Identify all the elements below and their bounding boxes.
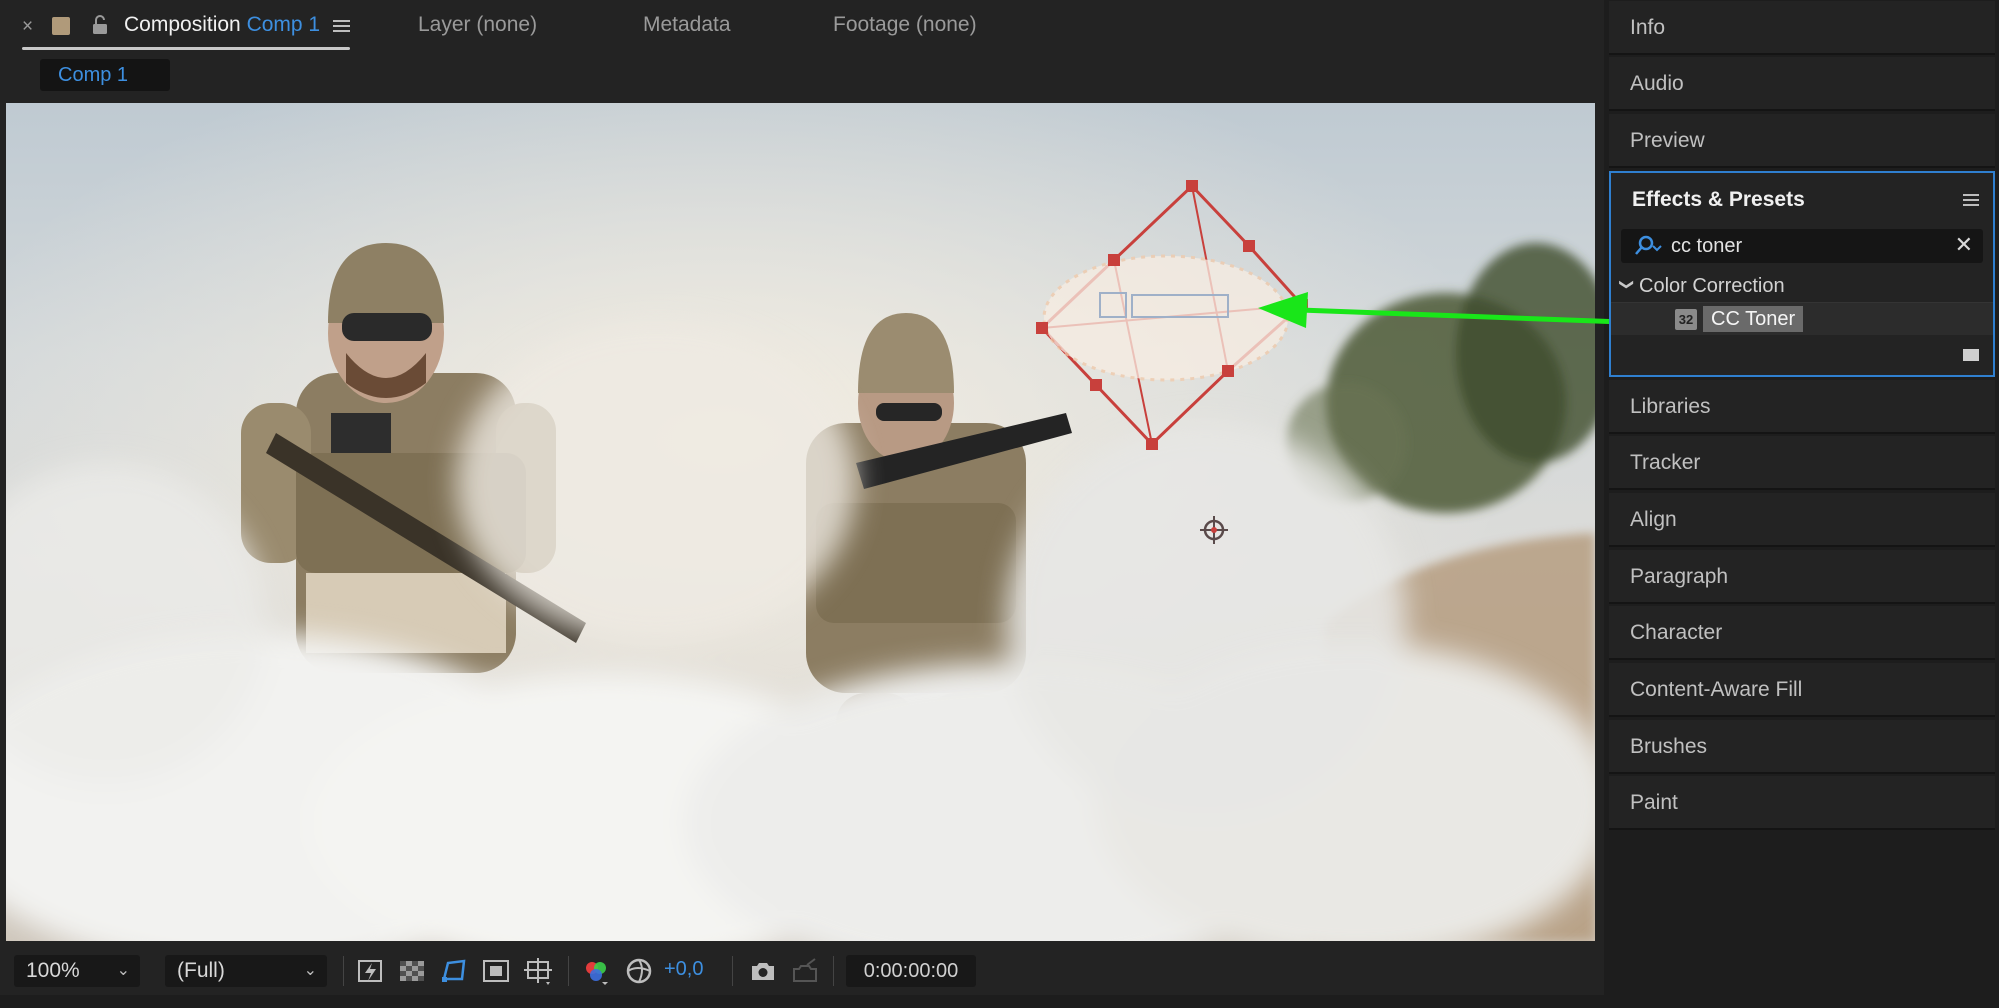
transparency-grid-icon[interactable] [396,955,428,987]
close-tab-icon[interactable]: × [22,16,33,38]
tab-composition-name: Comp 1 [246,13,321,36]
comp-navigator-row [0,56,1604,100]
color-channels-icon[interactable] [580,955,612,987]
resolution-value: (Full) [177,959,225,982]
panel-paragraph[interactable]: Paragraph [1609,550,1995,604]
tab-composition-label: Composition [124,13,241,36]
snapshot-icon[interactable] [747,955,779,987]
zoom-value: 100% [26,959,80,982]
panel-libraries-label: Libraries [1630,395,1711,418]
mask-visibility-icon[interactable] [438,955,470,987]
effects-search-box[interactable]: ✕ [1621,229,1983,263]
effect-item-cc-toner[interactable]: 32 CC Toner [1611,303,1993,335]
lock-icon[interactable] [90,14,110,36]
panel-menu-icon[interactable] [333,18,350,34]
new-bin-icon[interactable] [1961,343,1981,363]
current-time-display[interactable]: 0:00:00:00 [846,955,976,987]
panel-paragraph-label: Paragraph [1630,565,1729,588]
zoom-dropdown[interactable]: 100% ⌄ [14,955,140,987]
comp-navigator-tab[interactable]: Comp 1 [40,59,170,91]
toolbar-divider [732,956,733,986]
chevron-down-icon[interactable]: ❯ [1618,279,1635,291]
tab-metadata[interactable]: Metadata [643,13,731,37]
reset-exposure-icon[interactable] [623,955,655,987]
panel-character[interactable]: Character [1609,606,1995,660]
panel-menu-icon[interactable] [1963,193,1979,207]
effects-search-input[interactable] [1671,229,1931,263]
effects-category-row[interactable]: ❯ Color Correction [1611,272,1993,303]
clear-search-icon[interactable]: ✕ [1955,232,1973,258]
fast-preview-icon[interactable] [355,955,387,987]
panel-audio-label: Audio [1630,72,1684,95]
panel-tracker-label: Tracker [1630,451,1701,474]
panel-audio[interactable]: Audio [1609,57,1995,111]
tab-layer[interactable]: Layer (none) [418,13,537,37]
panel-brushes-label: Brushes [1630,735,1708,758]
exposure-value[interactable]: +0,0 [664,958,703,981]
footage-frame [6,103,1595,941]
chevron-down-icon: ⌄ [116,962,130,979]
effects-presets-panel: Effects & Presets ✕ ❯ Color Correction 3… [1609,171,1995,377]
effect-item-label: CC Toner [1703,306,1804,332]
panel-libraries[interactable]: Libraries [1609,380,1995,434]
panel-content-aware-fill-label: Content-Aware Fill [1630,678,1803,701]
region-of-interest-icon[interactable] [480,955,512,987]
panel-align-label: Align [1630,508,1677,531]
panel-paint[interactable]: Paint [1609,776,1995,830]
toolbar-divider [343,956,344,986]
panel-character-label: Character [1630,621,1723,644]
panel-align[interactable]: Align [1609,493,1995,547]
search-icon[interactable] [1633,235,1663,257]
panel-tracker[interactable]: Tracker [1609,436,1995,490]
active-tab-indicator [22,47,350,50]
panel-tab-bar: × Composition Comp 1 Layer (none) Metada… [0,0,1604,56]
tab-footage[interactable]: Footage (none) [833,13,977,37]
comp-color-swatch-icon [52,17,70,35]
panel-paint-label: Paint [1630,791,1678,814]
panel-brushes[interactable]: Brushes [1609,720,1995,774]
toolbar-divider [833,956,834,986]
panel-content-aware-fill[interactable]: Content-Aware Fill [1609,663,1995,717]
tab-composition[interactable]: Composition Comp 1 [124,13,320,37]
toolbar-divider [568,956,569,986]
panel-preview-label: Preview [1630,129,1705,152]
bit-depth-32-icon: 32 [1675,309,1697,330]
grid-guides-icon[interactable] [522,955,554,987]
show-snapshot-icon [793,958,817,982]
panel-info-label: Info [1630,16,1666,39]
composition-viewer[interactable] [6,103,1595,941]
chevron-down-icon: ⌄ [303,962,317,979]
panel-info[interactable]: Info [1609,1,1995,55]
effects-category-label: Color Correction [1639,275,1785,297]
effects-panel-title[interactable]: Effects & Presets [1632,188,1805,212]
resolution-dropdown[interactable]: (Full) ⌄ [165,955,327,987]
panel-preview[interactable]: Preview [1609,114,1995,168]
